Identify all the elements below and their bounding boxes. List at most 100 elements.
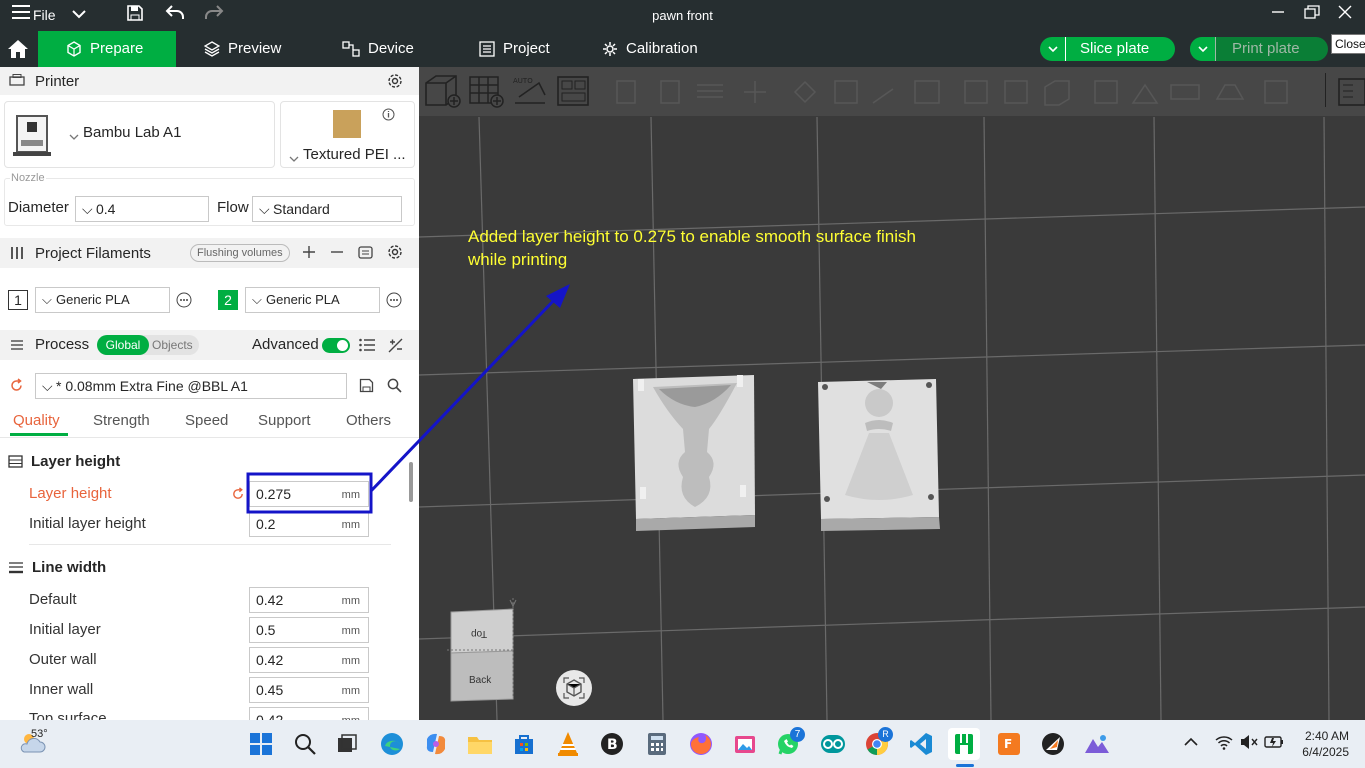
line-width-outer-input[interactable]: 0.42 mm [249, 647, 369, 673]
auto-orient-icon[interactable]: AUTO [511, 73, 549, 112]
file-explorer-icon[interactable] [464, 728, 496, 760]
compare-icon[interactable] [388, 338, 403, 356]
undo-icon[interactable] [165, 4, 185, 27]
view-reset-icon[interactable] [556, 670, 592, 706]
mold-right[interactable] [818, 379, 940, 531]
battery-icon[interactable] [1264, 734, 1284, 753]
add-object-icon[interactable] [424, 73, 464, 112]
save-preset-icon[interactable] [359, 378, 374, 396]
add-plate-icon[interactable] [468, 73, 506, 112]
redo-icon[interactable] [204, 4, 224, 27]
line-width-top-input[interactable]: 0.42 mm [249, 707, 369, 720]
add-filament-icon[interactable] [302, 245, 316, 262]
chevron-down-icon[interactable] [1040, 37, 1066, 61]
home-icon[interactable] [7, 31, 37, 67]
tab-speed[interactable]: Speed [185, 412, 228, 429]
wifi-icon[interactable] [1215, 734, 1233, 753]
restore-icon[interactable] [1304, 4, 1320, 26]
tab-prepare[interactable]: Prepare [38, 31, 176, 67]
layer-height-input[interactable]: 0.275 mm [249, 481, 369, 507]
collapse-icon[interactable] [1337, 77, 1365, 110]
objects-option[interactable]: Objects [152, 335, 193, 355]
input-value: 0.45 [256, 682, 284, 698]
gear-icon[interactable] [387, 244, 403, 263]
reset-icon[interactable] [9, 378, 24, 396]
more-options-icon[interactable] [176, 292, 192, 311]
fusion-icon[interactable]: F [993, 728, 1025, 760]
chevron-down-icon[interactable] [1190, 37, 1216, 61]
chevron-up-icon[interactable] [1184, 734, 1198, 750]
mountain-app-icon[interactable] [1081, 728, 1113, 760]
filament-sync-icon[interactable] [357, 244, 374, 264]
calculator-icon[interactable] [641, 728, 673, 760]
flushing-volumes-button[interactable]: Flushing volumes [190, 244, 290, 262]
chevron-down-icon[interactable] [72, 4, 86, 26]
tab-preview[interactable]: Preview [204, 31, 281, 67]
reset-icon[interactable] [231, 487, 245, 504]
minimize-icon[interactable] [1271, 4, 1285, 26]
diameter-select[interactable]: ⌵ 0.4 [75, 196, 209, 222]
clock-time[interactable]: 2:40 AM [1299, 729, 1349, 743]
tab-strength[interactable]: Strength [93, 412, 150, 429]
line-width-default-input[interactable]: 0.42 mm [249, 587, 369, 613]
vlc-icon[interactable] [552, 728, 584, 760]
gear-icon[interactable] [387, 73, 403, 92]
vscode-icon[interactable] [905, 728, 937, 760]
clock-date[interactable]: 6/4/2025 [1295, 745, 1349, 759]
line-width-inner-input[interactable]: 0.45 mm [249, 677, 369, 703]
filament-select-1[interactable]: ⌵ Generic PLA [35, 287, 170, 313]
input-value: 0.42 [256, 652, 284, 668]
bambu-studio-b-icon[interactable]: B [596, 728, 628, 760]
microsoft-store-icon[interactable] [508, 728, 540, 760]
start-icon[interactable] [245, 728, 277, 760]
tab-quality[interactable]: Quality [13, 412, 60, 429]
mold-left[interactable] [633, 375, 755, 531]
tab-others[interactable]: Others [346, 412, 391, 429]
task-view-icon[interactable] [331, 728, 363, 760]
orca-slicer-icon[interactable] [1037, 728, 1069, 760]
print-plate-button[interactable]: Print plate [1190, 37, 1328, 61]
more-options-icon[interactable] [386, 292, 402, 311]
tab-calibration[interactable]: Calibration [602, 31, 698, 67]
tab-support[interactable]: Support [258, 412, 311, 429]
flow-select[interactable]: ⌵ Standard [252, 196, 402, 222]
plate-type-selector[interactable]: Textured PEI ... [280, 101, 415, 168]
hamburger-menu-icon[interactable] [12, 4, 30, 26]
photos-icon[interactable] [729, 728, 761, 760]
firefox-icon[interactable] [685, 728, 717, 760]
advanced-toggle[interactable] [322, 338, 350, 353]
global-objects-toggle[interactable]: Global Objects [97, 335, 199, 355]
initial-layer-height-input[interactable]: 0.2 mm [249, 511, 369, 537]
edge-icon[interactable] [376, 728, 408, 760]
search-icon[interactable] [289, 728, 321, 760]
printer-selector[interactable]: Bambu Lab A1 [4, 101, 275, 168]
remove-filament-icon[interactable] [330, 245, 344, 262]
navcube-back-label[interactable]: Back [469, 675, 491, 686]
global-option[interactable]: Global [97, 335, 149, 355]
filament-index-1[interactable]: 1 [8, 290, 28, 310]
filament-select-2[interactable]: ⌵ Generic PLA [245, 287, 380, 313]
list-icon[interactable] [359, 338, 375, 355]
save-icon[interactable] [126, 4, 144, 29]
search-icon[interactable] [387, 378, 402, 396]
bambu-studio-icon[interactable] [948, 728, 980, 760]
navcube-top-label[interactable]: Top [471, 628, 487, 639]
line-width-initial-input[interactable]: 0.5 mm [249, 617, 369, 643]
section-title: Layer height [31, 453, 121, 470]
file-menu[interactable]: File [33, 4, 56, 26]
scrollbar-thumb[interactable] [409, 462, 413, 502]
close-icon[interactable] [1338, 4, 1352, 26]
main-tab-bar: Prepare Preview Device Project Calibrati… [0, 31, 1365, 67]
info-icon[interactable] [382, 108, 395, 124]
tab-project[interactable]: Project [479, 31, 550, 67]
filament-index-2[interactable]: 2 [218, 290, 238, 310]
copilot-icon[interactable] [420, 728, 452, 760]
3d-viewport[interactable] [419, 67, 1365, 720]
arduino-icon[interactable] [817, 728, 849, 760]
volume-muted-icon[interactable] [1240, 734, 1258, 753]
tab-device[interactable]: Device [342, 31, 414, 67]
navigation-cube[interactable]: Top Back [443, 598, 525, 716]
process-preset-select[interactable]: ⌵ * 0.08mm Extra Fine @BBL A1 [35, 373, 347, 399]
slice-plate-button[interactable]: Slice plate [1040, 37, 1175, 61]
arrange-icon[interactable] [555, 73, 591, 112]
